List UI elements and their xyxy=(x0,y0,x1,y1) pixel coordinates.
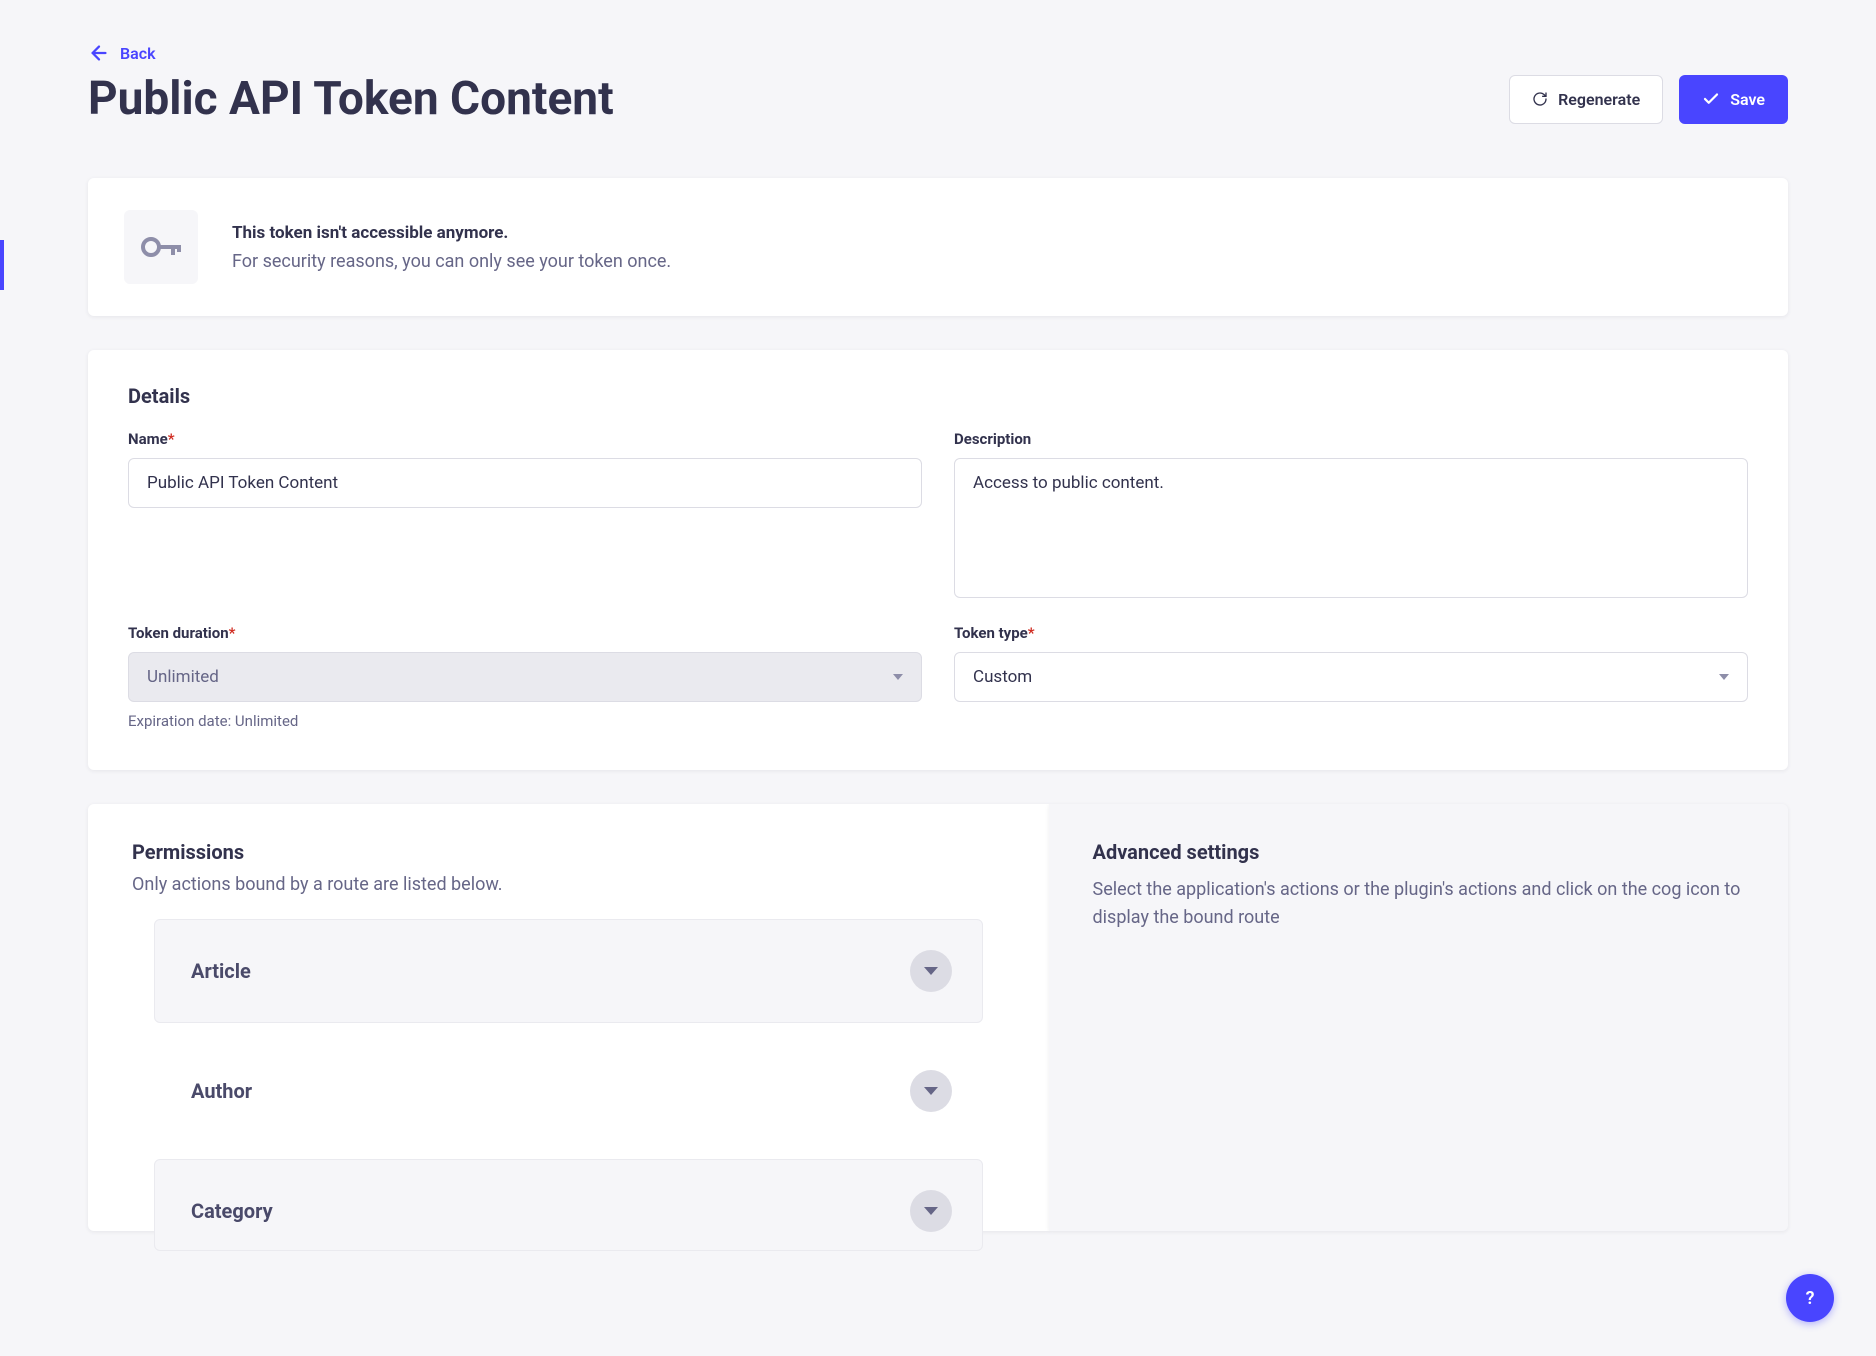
advanced-subtitle: Select the application's actions or the … xyxy=(1093,876,1745,932)
permissions-title: Permissions xyxy=(132,840,1005,864)
alert-subtitle: For security reasons, you can only see y… xyxy=(232,251,671,272)
page-title: Public API Token Content xyxy=(88,72,614,126)
description-label: Description xyxy=(954,430,1748,448)
duration-field-group: Token duration* Unlimited Expiration dat… xyxy=(128,624,922,730)
back-link[interactable]: Back xyxy=(88,42,156,64)
permission-item-author[interactable]: Author xyxy=(154,1039,983,1143)
key-icon xyxy=(141,233,181,261)
chevron-down-icon xyxy=(924,1207,938,1215)
save-label: Save xyxy=(1730,90,1765,109)
refresh-icon xyxy=(1532,91,1548,107)
description-field-group: Description Access to public content. xyxy=(954,430,1748,602)
token-alert: This token isn't accessible anymore. For… xyxy=(88,178,1788,316)
name-label: Name* xyxy=(128,430,922,448)
permission-item-label: Article xyxy=(191,959,251,983)
chevron-down-icon xyxy=(1719,674,1729,680)
duration-value: Unlimited xyxy=(147,667,219,687)
expand-toggle[interactable] xyxy=(910,1190,952,1232)
save-button[interactable]: Save xyxy=(1679,75,1788,124)
arrow-left-icon xyxy=(88,42,110,64)
advanced-settings-card: Advanced settings Select the application… xyxy=(1049,804,1789,1231)
type-field-group: Token type* Custom xyxy=(954,624,1748,730)
type-label: Token type* xyxy=(954,624,1748,642)
chevron-down-icon xyxy=(924,1087,938,1095)
permission-item-category[interactable]: Category xyxy=(154,1159,983,1251)
expiration-hint: Expiration date: Unlimited xyxy=(128,712,922,730)
chevron-down-icon xyxy=(924,967,938,975)
permissions-card: Permissions Only actions bound by a rout… xyxy=(88,804,1049,1231)
key-icon-wrap xyxy=(124,210,198,284)
type-value: Custom xyxy=(973,667,1032,687)
description-input[interactable]: Access to public content. xyxy=(954,458,1748,598)
details-section-title: Details xyxy=(128,384,1748,408)
back-label: Back xyxy=(120,44,156,63)
advanced-title: Advanced settings xyxy=(1093,840,1745,864)
help-label: ? xyxy=(1806,1288,1815,1309)
duration-select[interactable]: Unlimited xyxy=(128,652,922,702)
permission-item-article[interactable]: Article xyxy=(154,919,983,1023)
check-icon xyxy=(1702,90,1720,108)
help-button[interactable]: ? xyxy=(1786,1274,1834,1322)
permission-item-label: Category xyxy=(191,1199,273,1223)
regenerate-button[interactable]: Regenerate xyxy=(1509,75,1663,124)
expand-toggle[interactable] xyxy=(910,1070,952,1112)
type-select[interactable]: Custom xyxy=(954,652,1748,702)
name-input[interactable] xyxy=(128,458,922,508)
chevron-down-icon xyxy=(893,674,903,680)
regenerate-label: Regenerate xyxy=(1558,90,1640,109)
details-card: Details Name* Description Access to publ… xyxy=(88,350,1788,770)
permissions-subtitle: Only actions bound by a route are listed… xyxy=(132,874,1005,895)
duration-label: Token duration* xyxy=(128,624,922,642)
alert-title: This token isn't accessible anymore. xyxy=(232,223,671,243)
permission-item-label: Author xyxy=(191,1079,252,1103)
permissions-list: Article Author Category xyxy=(132,919,1005,1231)
name-field-group: Name* xyxy=(128,430,922,602)
expand-toggle[interactable] xyxy=(910,950,952,992)
nav-active-indicator xyxy=(0,240,4,290)
